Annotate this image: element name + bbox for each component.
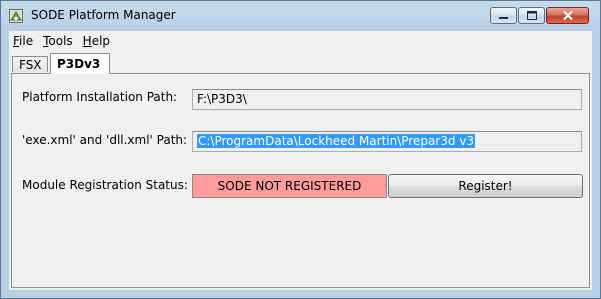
install-path-label: Platform Installation Path: [22,90,178,104]
client-area: FSX P3Dv3 Platform Installation Path: F:… [9,50,592,290]
menu-tools[interactable]: Tools [39,34,77,48]
install-path-value: F:\P3D3\ [197,92,247,106]
xml-path-value: C:\ProgramData\Lockheed Martin\Prepar3d … [197,134,476,148]
xml-path-field[interactable]: C:\ProgramData\Lockheed Martin\Prepar3d … [192,131,582,152]
tab-panel-p3dv3: Platform Installation Path: F:\P3D3\ 'ex… [11,73,590,288]
register-button-label: Register! [458,179,513,193]
maximize-icon [526,9,537,23]
close-icon [562,9,573,23]
title-bar[interactable]: SODE Platform Manager [1,1,600,31]
minimize-button[interactable] [490,7,517,24]
tab-fsx[interactable]: FSX [12,56,48,72]
menu-help-label: elp [91,33,111,48]
menu-tools-label: ools [48,33,73,48]
app-window: SODE Platform Manager File Tools Help FS… [0,0,601,299]
menu-file-label: ile [19,33,34,48]
xml-path-label: 'exe.xml' and 'dll.xml' Path: [22,133,188,147]
window-controls [489,7,589,24]
close-button[interactable] [546,7,589,24]
menu-help[interactable]: Help [79,34,114,48]
tab-p3dv3-label: P3Dv3 [57,57,101,71]
maximize-button[interactable] [518,7,545,24]
menu-bar: File Tools Help [9,31,592,50]
registration-status-badge: SODE NOT REGISTERED [192,174,387,198]
sode-app-icon [9,9,23,23]
install-path-field[interactable]: F:\P3D3\ [192,89,582,110]
registration-status-label: Module Registration Status: [22,178,188,192]
register-button[interactable]: Register! [388,174,583,198]
registration-status-text: SODE NOT REGISTERED [217,179,362,193]
menu-file[interactable]: File [9,34,37,48]
window-title: SODE Platform Manager [31,8,176,22]
minimize-icon [499,9,508,23]
tab-p3dv3[interactable]: P3Dv3 [50,53,110,74]
menu-help-accel: H [82,33,92,48]
tab-fsx-label: FSX [19,58,42,72]
